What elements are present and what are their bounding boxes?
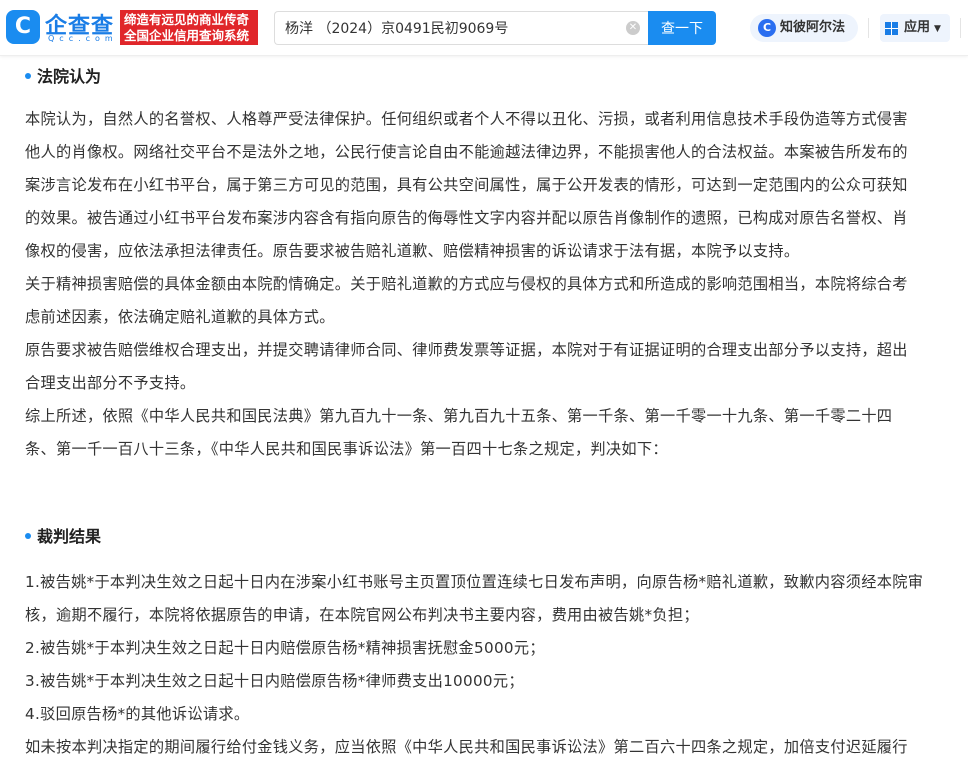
qcc-logo-icon[interactable]: C xyxy=(6,10,40,44)
search-box: ✕ xyxy=(274,11,650,45)
text-line: 条、第一千一百八十三条，《中华人民共和国民事诉讼法》第一百四十七条之规定，判决如… xyxy=(25,440,668,458)
text-line: 如未按本判决指定的期间履行给付金钱义务，应当依照《中华人民共和国民事诉讼法》第二… xyxy=(25,738,908,756)
search-input[interactable] xyxy=(275,12,605,44)
section-title: 法院认为 xyxy=(25,63,101,87)
grid-icon xyxy=(885,22,898,35)
caret-down-icon: ▼ xyxy=(934,24,941,34)
text-line: 关于精神损害赔偿的具体金额由本院酌情确定。关于赔礼道歉的方式应与侵权的具体方式和… xyxy=(25,275,908,293)
text-line: 核，逾期不履行，本院将依据原告的申请，在本院官网公布判决书主要内容，费用由被告姚… xyxy=(25,606,699,624)
text-line: 4.驳回原告杨*的其他诉讼请求。 xyxy=(25,705,250,723)
search-button[interactable]: 查一下 xyxy=(648,11,716,45)
text-line: 的效果。被告通过小红书平台发布案涉内容含有指向原告的侮辱性文字内容并配以原告肖像… xyxy=(25,209,908,227)
text-line: 综上所述，依照《中华人民共和国民法典》第九百九十一条、第九百九十五条、第一千条、… xyxy=(25,407,893,425)
divider xyxy=(960,18,961,38)
text-line: 案涉言论发布在小红书平台，属于第三方可见的范围，具有公共空间属性，属于公开发表的… xyxy=(25,176,908,194)
divider xyxy=(868,18,869,38)
text-line: 虑前述因素，依法确定赔礼道歉的具体方式。 xyxy=(25,308,335,326)
slogan-line-2: 全国企业信用查询系统 xyxy=(124,28,250,43)
text-line: 本院认为，自然人的名誉权、人格尊严受法律保护。任何组织或者个人不得以丑化、污损，… xyxy=(25,110,908,128)
text-line: 3.被告姚*于本判决生效之日起十日内赔偿原告杨*律师费支出10000元； xyxy=(25,672,524,690)
text-line: 2.被告姚*于本判决生效之日起十日内赔偿原告杨*精神损害抚慰金5000元； xyxy=(25,639,545,657)
app-menu-button[interactable]: 应用 ▼ xyxy=(880,14,950,42)
ai-icon: C xyxy=(758,19,776,37)
top-header: C 企查查 Qcc.com 缔造有远见的商业传奇 全国企业信用查询系统 ✕ 查一… xyxy=(0,0,968,56)
slogan-banner: 缔造有远见的商业传奇 全国企业信用查询系统 xyxy=(120,10,258,45)
slogan-line-1: 缔造有远见的商业传奇 xyxy=(124,12,250,27)
zhibi-label: 知彼阿尔法 xyxy=(780,20,846,35)
clear-icon[interactable]: ✕ xyxy=(626,21,640,35)
text-line: 他人的肖像权。网络社交平台不是法外之地，公民行使言论自由不能逾越法律边界，不能损… xyxy=(25,143,908,161)
text-line: 像权的侵害，应依法承担法律责任。原告要求被告赔礼道歉、赔偿精神损害的诉讼请求于法… xyxy=(25,242,800,260)
app-label: 应用 xyxy=(904,20,931,35)
text-line: 合理支出部分不予支持。 xyxy=(25,374,196,392)
text-line: 原告要求被告赔偿维权合理支出，并提交聘请律师合同、律师费发票等证据，本院对于有证… xyxy=(25,341,908,359)
section-title: 裁判结果 xyxy=(25,523,101,547)
text-line: 1.被告姚*于本判决生效之日起十日内在涉案小红书账号主页置顶位置连续七日发布声明… xyxy=(25,573,924,591)
logo-domain: Qcc.com xyxy=(48,34,118,43)
zhibi-alpha-button[interactable]: C 知彼阿尔法 xyxy=(750,14,858,42)
